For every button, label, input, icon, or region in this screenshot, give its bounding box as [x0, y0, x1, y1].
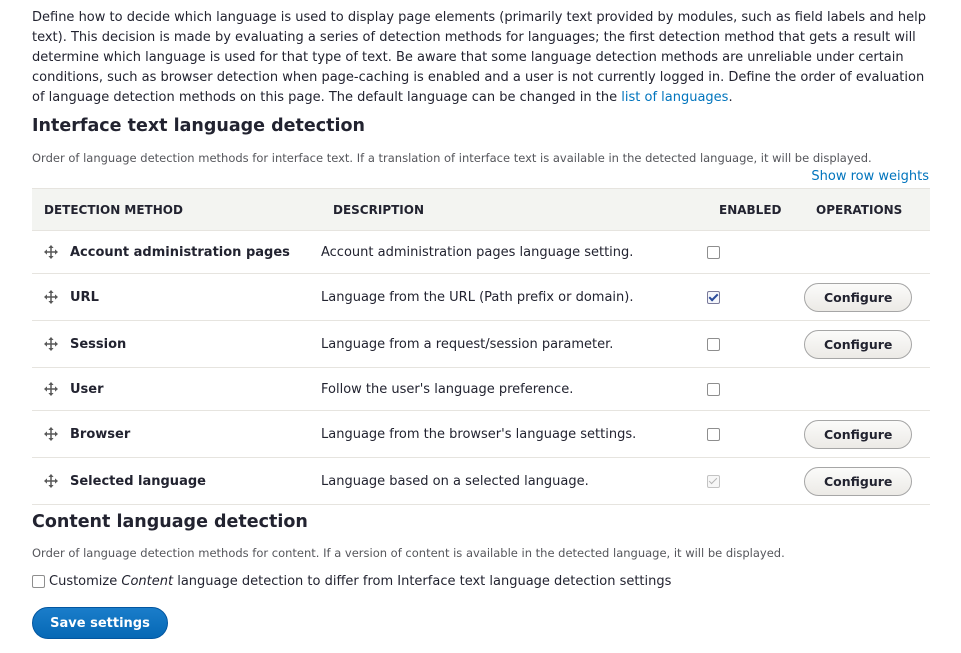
operations-cell: [804, 230, 930, 274]
table-row: Browser Language from the browser's langu…: [32, 410, 930, 458]
method-description: Language based on a selected language.: [321, 457, 707, 505]
customize-label-content: Content: [121, 574, 174, 589]
enabled-cell: [707, 320, 804, 368]
operations-cell: Configure: [804, 410, 930, 458]
show-row-weights-link[interactable]: Show row weights: [811, 169, 929, 184]
enabled-checkbox[interactable]: [707, 290, 720, 304]
method-name: Account administration pages: [70, 244, 290, 260]
operations-cell: Configure: [804, 320, 930, 368]
enabled-checkbox[interactable]: [707, 337, 720, 351]
operations-cell: Configure: [804, 273, 930, 321]
column-header-method: DETECTION METHOD: [32, 188, 321, 231]
configure-button[interactable]: Configure: [804, 282, 913, 312]
enabled-cell: [707, 410, 804, 458]
table-header-row: DETECTION METHOD DESCRIPTION ENABLED OPE…: [32, 188, 930, 231]
method-name: Selected language: [70, 473, 206, 489]
method-description: Account administration pages language se…: [321, 230, 707, 274]
method-cell: Account administration pages: [32, 230, 321, 274]
content-section-description: Order of language detection methods for …: [32, 546, 785, 560]
drag-handle-icon[interactable]: [44, 474, 58, 488]
intro-body: Define how to decide which language is u…: [32, 10, 927, 105]
table-row: Account administration pages Account admi…: [32, 230, 930, 274]
drag-handle-icon[interactable]: [44, 427, 58, 441]
customize-label-prefix: Customize: [49, 574, 122, 589]
drag-handle-icon[interactable]: [44, 290, 58, 304]
method-description: Follow the user's language preference.: [321, 367, 707, 411]
detection-methods-table: DETECTION METHOD DESCRIPTION ENABLED OPE…: [32, 188, 930, 505]
enabled-checkbox[interactable]: [707, 427, 720, 441]
table-row: URL Language from the URL (Path prefix or…: [32, 273, 930, 321]
table-row: User Follow the user's language preferenc…: [32, 367, 930, 411]
column-header-operations: OPERATIONS: [804, 188, 930, 231]
method-description: Language from the URL (Path prefix or do…: [321, 273, 707, 321]
column-header-description: DESCRIPTION: [321, 188, 707, 231]
operations-cell: [804, 367, 930, 411]
list-of-languages-link[interactable]: list of languages: [621, 90, 728, 105]
method-cell: User: [32, 367, 321, 411]
method-description: Language from the browser's language set…: [321, 410, 707, 458]
column-header-enabled: ENABLED: [707, 188, 804, 231]
interface-section-description: Order of language detection methods for …: [32, 151, 872, 165]
configure-button[interactable]: Configure: [804, 419, 913, 449]
intro-text: Define how to decide which language is u…: [32, 8, 932, 108]
customize-checkbox[interactable]: [32, 575, 45, 588]
method-cell: URL: [32, 273, 321, 321]
operations-cell: Configure: [804, 457, 930, 505]
enabled-cell: [707, 367, 804, 411]
enabled-cell: [707, 230, 804, 274]
enabled-cell: [707, 457, 804, 505]
drag-handle-icon[interactable]: [44, 337, 58, 351]
method-name: Browser: [70, 426, 131, 442]
configure-button[interactable]: Configure: [804, 466, 913, 496]
method-cell: Selected language: [32, 457, 321, 505]
configure-button[interactable]: Configure: [804, 329, 913, 359]
interface-section-title: Interface text language detection: [32, 116, 365, 136]
enabled-checkbox[interactable]: [707, 382, 720, 396]
enabled-cell: [707, 273, 804, 321]
method-name: User: [70, 381, 104, 397]
enabled-checkbox: [707, 474, 720, 488]
customize-label-suffix: language detection to differ from Interf…: [173, 574, 672, 589]
method-cell: Browser: [32, 410, 321, 458]
customize-content-detection[interactable]: Customize Content language detection to …: [32, 574, 671, 589]
method-description: Language from a request/session paramete…: [321, 320, 707, 368]
drag-handle-icon[interactable]: [44, 382, 58, 396]
intro-tail: .: [728, 90, 733, 105]
drag-handle-icon[interactable]: [44, 245, 58, 259]
save-settings-button[interactable]: Save settings: [32, 607, 168, 639]
method-cell: Session: [32, 320, 321, 368]
table-row: Selected language Language based on a sel…: [32, 457, 930, 505]
method-name: URL: [70, 289, 99, 305]
enabled-checkbox[interactable]: [707, 245, 720, 259]
content-section-title: Content language detection: [32, 512, 308, 532]
method-name: Session: [70, 336, 127, 352]
table-row: Session Language from a request/session p…: [32, 320, 930, 368]
